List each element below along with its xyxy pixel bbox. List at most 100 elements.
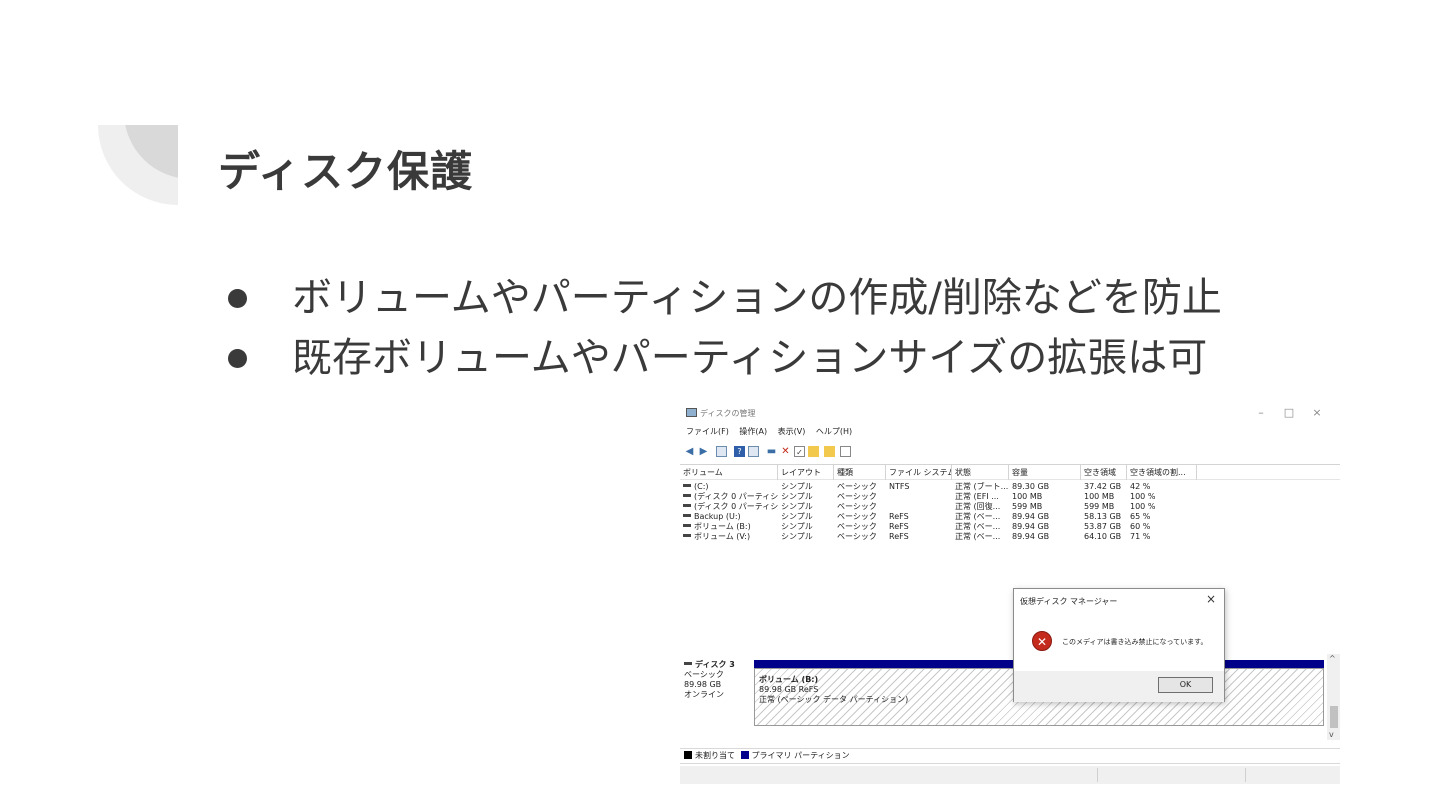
- column-header[interactable]: 空き領域: [1081, 465, 1127, 480]
- bullet-dot: [228, 349, 247, 368]
- layout-cell: シンプル: [781, 482, 813, 491]
- scroll-up-icon[interactable]: ^: [1329, 654, 1336, 663]
- disk-size: 89.98 GB: [684, 680, 722, 689]
- bullet-list: ボリュームやパーティションの作成/削除などを防止 既存ボリュームやパーティション…: [222, 268, 1222, 388]
- column-header[interactable]: 種類: [834, 465, 886, 480]
- check-icon[interactable]: ✓: [794, 446, 805, 457]
- volume-row[interactable]: ボリューム (V:) シンプル ベーシック ReFS 正常 (ベー... 89.…: [680, 532, 1340, 542]
- search-folder-icon[interactable]: [824, 446, 835, 457]
- type-cell: ベーシック: [837, 522, 877, 531]
- menu-action[interactable]: 操作(A): [739, 426, 767, 437]
- toolbar: ◀ ▶ ? ▬ ✕ ✓: [684, 444, 1340, 460]
- dialog-footer: OK: [1014, 671, 1224, 702]
- help-icon[interactable]: ?: [734, 446, 745, 457]
- volume-icon: [683, 504, 691, 507]
- partition-info: ボリューム (B:) 89.98 GB ReFS 正常 (ベーシック データ パ…: [759, 675, 908, 705]
- status-bar: [680, 766, 1340, 784]
- disk-management-window: ディスクの管理 – □ × ファイル(F) 操作(A) 表示(V) ヘルプ(H)…: [680, 404, 1340, 784]
- capacity-cell: 89.94 GB: [1012, 522, 1050, 531]
- window-title: ディスクの管理: [700, 409, 756, 418]
- free-space-cell: 599 MB: [1084, 502, 1115, 511]
- folder-icon[interactable]: [808, 446, 819, 457]
- free-space-cell: 53.87 GB: [1084, 522, 1122, 531]
- type-cell: ベーシック: [837, 492, 877, 501]
- layout-cell: シンプル: [781, 512, 813, 521]
- disk-icon: [684, 662, 692, 665]
- scroll-down-icon[interactable]: v: [1329, 730, 1334, 739]
- column-header[interactable]: ファイル システム: [886, 465, 952, 480]
- bullet-text: 既存ボリュームやパーティションサイズの拡張は可: [292, 335, 1208, 381]
- layout-cell: シンプル: [781, 522, 813, 531]
- volume-cell: Backup (U:): [680, 512, 778, 522]
- status-cell: 正常 (ベー...: [955, 532, 1001, 541]
- volume-row[interactable]: ボリューム (B:) シンプル ベーシック ReFS 正常 (ベー... 89.…: [680, 522, 1340, 532]
- scroll-thumb[interactable]: [1330, 706, 1338, 728]
- status-cell: 正常 (ベー...: [955, 512, 1001, 521]
- menu-file[interactable]: ファイル(F): [686, 426, 729, 437]
- free-percent-cell: 71 %: [1130, 532, 1151, 541]
- bullet-dot: [228, 289, 247, 308]
- volume-cell: (C:): [680, 482, 778, 492]
- column-header[interactable]: 状態: [952, 465, 1009, 480]
- disk-graphical-view: ディスク 3 ベーシック 89.98 GB オンライン ボリューム (B:) 8…: [680, 654, 1340, 740]
- ok-button[interactable]: OK: [1158, 677, 1213, 693]
- column-header[interactable]: 容量: [1009, 465, 1081, 480]
- partition-status: 正常 (ベーシック データ パーティション): [759, 695, 909, 704]
- list-view-icon[interactable]: [748, 446, 759, 457]
- layout-cell: シンプル: [781, 532, 813, 541]
- disk-label[interactable]: ディスク 3 ベーシック 89.98 GB オンライン: [684, 660, 754, 700]
- dialog-close-button[interactable]: ×: [1206, 592, 1216, 606]
- capacity-cell: 89.94 GB: [1012, 532, 1050, 541]
- type-cell: ベーシック: [837, 532, 877, 541]
- bullet-item: ボリュームやパーティションの作成/削除などを防止: [222, 268, 1222, 328]
- partition-name: ボリューム (B:): [759, 675, 819, 684]
- disk-management-icon: [686, 408, 697, 417]
- volume-cell: (ディスク 0 パーティシ...: [680, 492, 778, 502]
- free-space-cell: 64.10 GB: [1084, 532, 1122, 541]
- filesystem-cell: ReFS: [889, 522, 909, 531]
- primary-partition-swatch: [740, 751, 749, 759]
- close-button[interactable]: ×: [1310, 406, 1324, 419]
- layout-cell: シンプル: [781, 492, 813, 501]
- disk-name: ディスク 3: [684, 660, 754, 670]
- capacity-cell: 100 MB: [1012, 492, 1043, 501]
- free-percent-cell: 100 %: [1130, 502, 1156, 511]
- free-space-cell: 58.13 GB: [1084, 512, 1122, 521]
- volume-list-header: ボリューム レイアウト 種類 ファイル システム 状態 容量 空き領域 空き領域…: [680, 465, 1340, 480]
- delete-icon[interactable]: ✕: [780, 446, 791, 457]
- volume-cell: ボリューム (B:): [680, 522, 778, 532]
- free-percent-cell: 60 %: [1130, 522, 1151, 531]
- vertical-scrollbar[interactable]: ^ v: [1327, 654, 1340, 740]
- status-cell: 正常 (EFI ...: [955, 492, 999, 501]
- properties-icon[interactable]: [840, 446, 851, 457]
- volume-row[interactable]: Backup (U:) シンプル ベーシック ReFS 正常 (ベー... 89…: [680, 512, 1340, 522]
- connect-disk-icon[interactable]: ▬: [766, 446, 777, 457]
- decorative-quarter-circle: [98, 125, 178, 205]
- forward-arrow-icon[interactable]: ▶: [698, 446, 709, 457]
- partition-legend: 未割り当て プライマリ パーティション: [680, 748, 1340, 764]
- status-separator: [1245, 768, 1246, 782]
- volume-row[interactable]: (ディスク 0 パーティシ... シンプル ベーシック 正常 (EFI ... …: [680, 492, 1340, 502]
- volume-row[interactable]: (ディスク 0 パーティシ... シンプル ベーシック 正常 (回復... 59…: [680, 502, 1340, 512]
- column-header[interactable]: レイアウト: [778, 465, 834, 480]
- volume-row[interactable]: (C:) シンプル ベーシック NTFS 正常 (ブート... 89.30 GB…: [680, 482, 1340, 492]
- maximize-button[interactable]: □: [1282, 406, 1296, 419]
- free-percent-cell: 100 %: [1130, 492, 1156, 501]
- legend-unallocated: 未割り当て: [695, 751, 735, 760]
- type-cell: ベーシック: [837, 512, 877, 521]
- console-view-icon[interactable]: [716, 446, 727, 457]
- minimize-button[interactable]: –: [1254, 406, 1268, 419]
- menu-view[interactable]: 表示(V): [778, 426, 806, 437]
- bullet-text: ボリュームやパーティションの作成/削除などを防止: [292, 275, 1222, 321]
- filesystem-cell: ReFS: [889, 532, 909, 541]
- menu-help[interactable]: ヘルプ(H): [816, 426, 852, 437]
- bullet-item: 既存ボリュームやパーティションサイズの拡張は可: [222, 328, 1222, 388]
- back-arrow-icon[interactable]: ◀: [684, 446, 695, 457]
- unallocated-swatch: [684, 751, 692, 759]
- free-space-cell: 37.42 GB: [1084, 482, 1122, 491]
- dialog-title: 仮想ディスク マネージャー: [1020, 597, 1118, 606]
- column-header[interactable]: ボリューム: [680, 465, 778, 480]
- column-header[interactable]: 空き領域の割...: [1127, 465, 1197, 480]
- volume-icon: [683, 524, 691, 527]
- window-titlebar: ディスクの管理 – □ ×: [680, 404, 1340, 422]
